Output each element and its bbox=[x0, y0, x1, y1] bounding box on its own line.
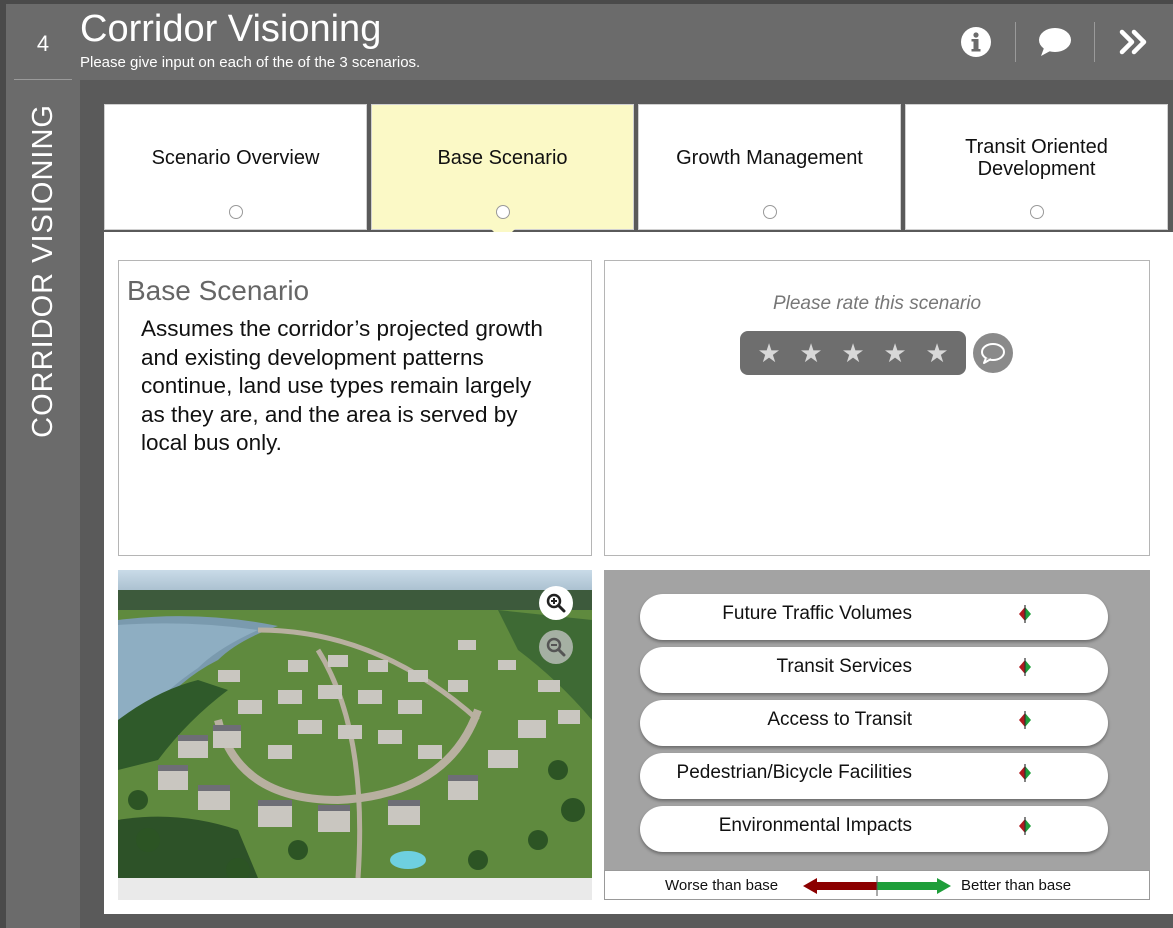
impact-label: Future Traffic Volumes bbox=[722, 603, 912, 624]
tab-growth-management[interactable]: Growth Management bbox=[638, 104, 901, 230]
impact-balance-marker-icon bbox=[1019, 658, 1031, 676]
worse-better-arrow-icon bbox=[803, 876, 951, 896]
page-subtitle: Please give input on each of the of the … bbox=[80, 54, 421, 71]
tab-indicator-dot bbox=[495, 205, 510, 219]
impact-item-environmental-impacts[interactable]: Environmental Impacts bbox=[640, 806, 1108, 852]
step-number: 4 bbox=[14, 8, 72, 80]
tab-label: Base Scenario bbox=[437, 147, 568, 169]
tab-scenario-overview[interactable]: Scenario Overview bbox=[104, 104, 367, 230]
rating-panel: Please rate this scenario ★ ★ ★ ★ ★ bbox=[604, 260, 1150, 556]
zoom-out-button[interactable] bbox=[539, 630, 573, 664]
impact-balance-marker-icon bbox=[1019, 711, 1031, 729]
impact-balance-marker-icon bbox=[1019, 817, 1031, 835]
star-icon[interactable]: ★ bbox=[841, 340, 864, 366]
impact-balance-marker-icon bbox=[1019, 764, 1031, 782]
info-icon bbox=[961, 27, 991, 57]
rating-prompt: Please rate this scenario bbox=[772, 293, 982, 314]
zoom-out-icon bbox=[546, 637, 566, 657]
header-toolbar bbox=[937, 4, 1173, 80]
comment-icon bbox=[1039, 28, 1071, 56]
scenario-title: Base Scenario bbox=[127, 275, 310, 306]
zoom-in-icon bbox=[546, 593, 566, 613]
impact-legend: Worse than base Better than base bbox=[604, 870, 1150, 900]
impact-item-future-traffic-volumes[interactable]: Future Traffic Volumes bbox=[640, 594, 1108, 640]
star-rating: ★ ★ ★ ★ ★ bbox=[740, 331, 966, 375]
tab-indicator-dot bbox=[228, 205, 243, 219]
tab-transit-oriented-development[interactable]: Transit Oriented Development bbox=[905, 104, 1168, 230]
double-chevron-right-icon bbox=[1119, 29, 1147, 55]
impact-label: Environmental Impacts bbox=[718, 815, 912, 836]
aerial-neighborhood-image bbox=[118, 570, 592, 878]
legend-worse-label: Worse than base bbox=[665, 877, 779, 894]
vertical-section-title: CORRIDOR VISIONING bbox=[26, 104, 59, 438]
impact-item-transit-services[interactable]: Transit Services bbox=[640, 647, 1108, 693]
star-icon[interactable]: ★ bbox=[757, 340, 780, 366]
impact-balance-marker-icon bbox=[1019, 605, 1031, 623]
scenario-description-panel: Base Scenario Assumes the corridor’s pro… bbox=[118, 260, 592, 556]
scenario-description: Assumes the corridor’s projected growth … bbox=[141, 316, 543, 455]
info-button[interactable] bbox=[937, 22, 1015, 62]
tab-indicator-dot bbox=[762, 205, 777, 219]
tab-label: Scenario Overview bbox=[151, 147, 320, 169]
scenario-content: Base Scenario Assumes the corridor’s pro… bbox=[104, 232, 1173, 914]
scenario-aerial-photo bbox=[118, 570, 592, 878]
legend-better-label: Better than base bbox=[961, 877, 1072, 894]
scenario-image-panel bbox=[118, 570, 592, 900]
impact-label: Pedestrian/Bicycle Facilities bbox=[676, 762, 912, 783]
vertical-title-container: CORRIDOR VISIONING bbox=[6, 104, 80, 504]
next-button[interactable] bbox=[1095, 22, 1173, 62]
star-icon[interactable]: ★ bbox=[925, 340, 948, 366]
sidebar: 4 CORRIDOR VISIONING bbox=[6, 4, 80, 928]
star-icon[interactable]: ★ bbox=[799, 340, 822, 366]
zoom-in-button[interactable] bbox=[539, 586, 573, 620]
tab-label: Growth Management bbox=[676, 147, 863, 169]
scenario-tabs: Scenario Overview Base Scenario Growth M… bbox=[104, 104, 1173, 241]
rating-comment-button[interactable] bbox=[973, 333, 1013, 373]
tab-label: Transit Oriented Development bbox=[965, 136, 1108, 180]
comments-button[interactable] bbox=[1016, 22, 1094, 62]
impacts-panel: Future Traffic Volumes Transit Services … bbox=[604, 570, 1150, 900]
comment-icon bbox=[981, 343, 1005, 364]
impact-item-access-to-transit[interactable]: Access to Transit bbox=[640, 700, 1108, 746]
tab-base-scenario[interactable]: Base Scenario bbox=[371, 104, 634, 241]
header: Corridor Visioning Please give input on … bbox=[80, 4, 1173, 80]
tab-indicator-dot bbox=[1029, 205, 1044, 219]
impact-label: Transit Services bbox=[776, 656, 913, 677]
impact-item-pedestrian-bicycle-facilities[interactable]: Pedestrian/Bicycle Facilities bbox=[640, 753, 1108, 799]
main-panel: Scenario Overview Base Scenario Growth M… bbox=[80, 80, 1173, 928]
star-icon[interactable]: ★ bbox=[883, 340, 906, 366]
impact-label: Access to Transit bbox=[767, 709, 912, 730]
page-title: Corridor Visioning bbox=[80, 8, 382, 50]
